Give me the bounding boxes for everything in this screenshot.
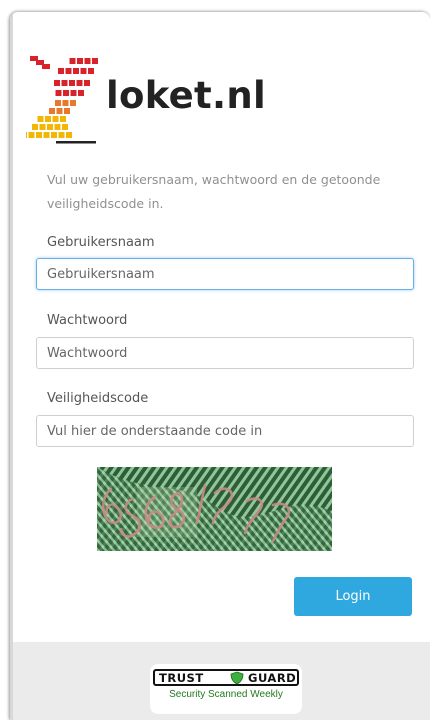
trustguard-wordmark: TRUST GUARD bbox=[153, 669, 299, 686]
loket-logo: loket.nl bbox=[26, 40, 266, 150]
footer: TRUST GUARD Security Scanned Weekly bbox=[13, 642, 430, 720]
login-button[interactable]: Login bbox=[294, 577, 412, 616]
logo-wordmark: loket.nl bbox=[106, 74, 266, 117]
password-label: Wachtwoord bbox=[47, 313, 128, 328]
username-label: Gebruikersnaam bbox=[47, 235, 155, 250]
trustguard-subtitle: Security Scanned Weekly bbox=[169, 689, 283, 700]
guard-word: GUARD bbox=[248, 671, 297, 685]
password-field[interactable] bbox=[36, 337, 414, 369]
login-card: loket.nl Vul uw gebruikersnaam, wachtwoo… bbox=[10, 12, 430, 720]
username-field[interactable] bbox=[36, 258, 414, 290]
login-instructions: Vul uw gebruikersnaam, wachtwoord en de … bbox=[47, 172, 381, 211]
security-code-field[interactable] bbox=[36, 415, 414, 447]
logo-mark-icon bbox=[26, 56, 98, 144]
trust-word: TRUST bbox=[159, 671, 204, 685]
captcha-image bbox=[97, 467, 332, 551]
security-code-label: Veiligheidscode bbox=[47, 391, 149, 406]
shield-icon bbox=[229, 671, 245, 688]
trustguard-badge[interactable]: TRUST GUARD Security Scanned Weekly bbox=[150, 664, 302, 714]
